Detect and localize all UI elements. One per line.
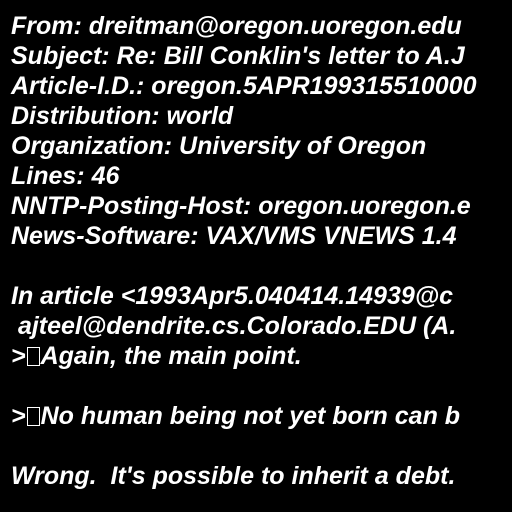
missing-glyph-box-icon	[26, 407, 40, 426]
attribution-line-2: ajteel@dendrite.cs.Colorado.EDU (A.	[11, 312, 457, 340]
header-lines: Lines: 46	[11, 162, 120, 190]
quoted-line-2: > No human being not yet born can b	[11, 401, 460, 431]
header-article-id: Article-I.D.: oregon.5APR199315510000	[11, 72, 477, 100]
header-news-software: News-Software: VAX/VMS VNEWS 1.4	[11, 222, 457, 250]
quoted-text: No human being not yet born can b	[40, 402, 461, 430]
quote-marker: >	[11, 342, 26, 370]
header-subject: Subject: Re: Bill Conklin's letter to A.…	[11, 42, 465, 70]
quoted-text: Again, the main point.	[40, 342, 302, 370]
reply-line: Wrong. It's possible to inherit a debt.	[11, 462, 456, 490]
header-distribution: Distribution: world	[11, 102, 234, 130]
quote-marker: >	[11, 402, 26, 430]
newsgroup-message: From: dreitman@oregon.uoregon.edu Subjec…	[0, 0, 512, 512]
attribution-line-1: In article <1993Apr5.040414.14939@c	[11, 282, 454, 310]
header-from: From: dreitman@oregon.uoregon.edu	[11, 12, 462, 40]
missing-glyph-box-icon	[26, 347, 40, 366]
header-nntp-posting-host: NNTP-Posting-Host: oregon.uoregon.e	[11, 192, 471, 220]
quoted-line-1: > Again, the main point.	[11, 341, 302, 371]
header-organization: Organization: University of Oregon	[11, 132, 427, 160]
